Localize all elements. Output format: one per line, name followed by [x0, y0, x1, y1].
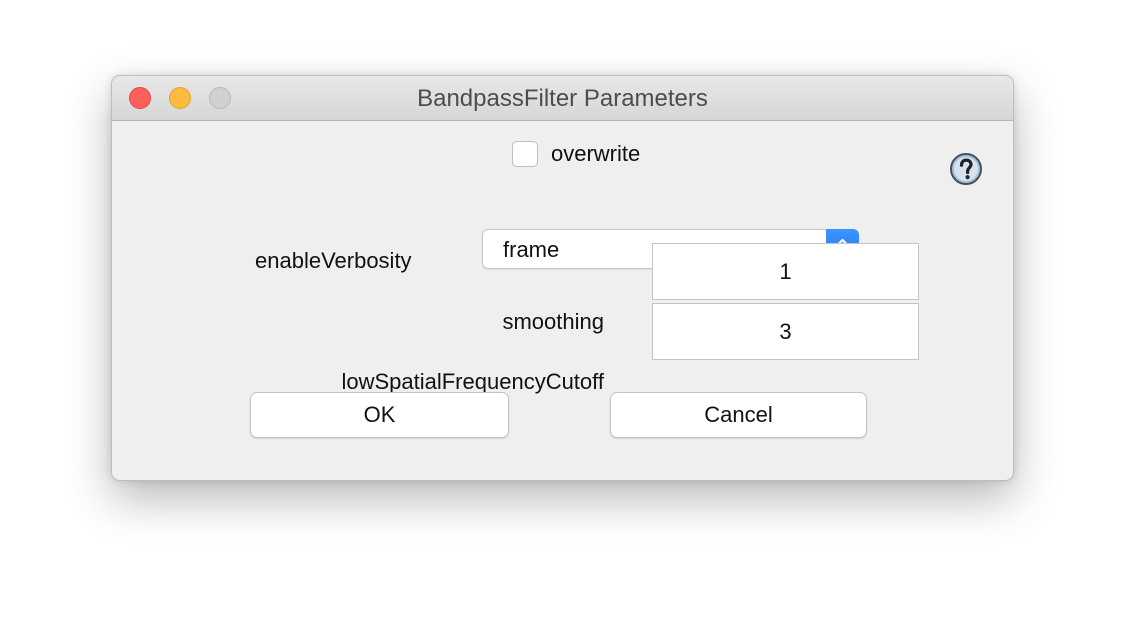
low-spatial-frequency-cutoff-input[interactable]: 3 [652, 303, 919, 360]
enable-verbosity-label: enableVerbosity [255, 248, 412, 273]
overwrite-checkbox[interactable] [512, 141, 538, 167]
help-icon[interactable] [949, 152, 983, 186]
overwrite-row[interactable]: overwrite [512, 139, 640, 169]
ok-button[interactable]: OK [250, 392, 509, 438]
smoothing-label: smoothing [502, 309, 604, 334]
overwrite-label[interactable]: overwrite [551, 141, 640, 167]
window-title: BandpassFilter Parameters [417, 85, 708, 112]
cancel-button[interactable]: Cancel [610, 392, 867, 438]
enable-verbosity-value: frame [503, 237, 560, 262]
dialog-content: overwrite enableVerbosity frame smoothin… [112, 121, 1013, 480]
smoothing-input[interactable]: 1 [652, 243, 919, 300]
dialog-window: BandpassFilter Parameters overwrite enab… [111, 75, 1014, 481]
title-bar[interactable]: BandpassFilter Parameters [112, 76, 1013, 121]
